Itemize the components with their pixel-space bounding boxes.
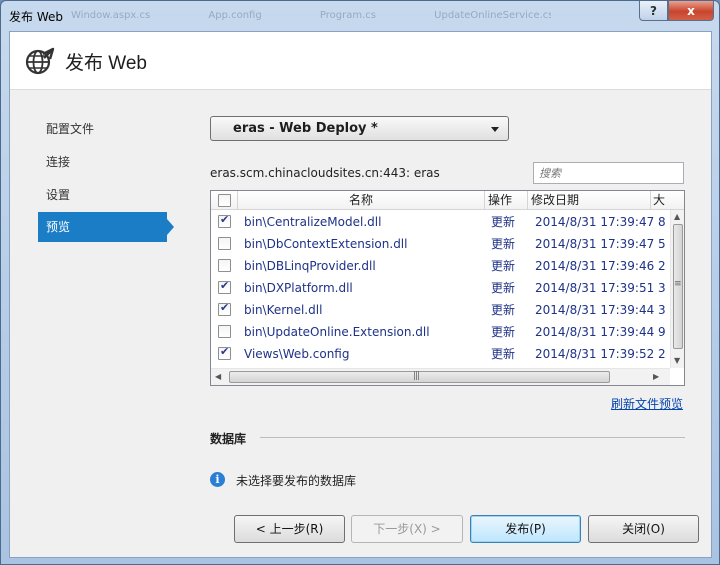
help-icon: ? (650, 3, 657, 18)
profile-dropdown-value: eras - Web Deploy * (233, 121, 378, 136)
file-action: 更新 (491, 325, 516, 339)
publish-button[interactable]: 发布(P) (470, 515, 581, 543)
section-divider (260, 437, 685, 438)
row-checkbox[interactable] (218, 259, 231, 272)
nav-item-settings[interactable]: 设置 (38, 180, 167, 210)
file-name: bin\CentralizeModel.dll (244, 215, 382, 229)
file-action: 更新 (491, 303, 516, 317)
file-modified-date: 2014/8/31 17:39:46 (535, 259, 655, 273)
column-header-action[interactable]: 操作 (485, 191, 528, 210)
grip-icon: ≡ (674, 279, 681, 289)
column-header-size[interactable]: 大 (651, 191, 671, 210)
table-row[interactable]: bin\CentralizeModel.dll 更新 2014/8/31 17:39… (211, 211, 670, 233)
page-title: 发布 Web (65, 53, 148, 74)
database-section-title: 数据库 (210, 432, 247, 446)
file-name: bin\Kernel.dll (244, 303, 323, 317)
scroll-right-icon[interactable]: ▶ (653, 372, 659, 381)
chevron-down-icon (491, 127, 499, 132)
table-header: 名称 操作 修改日期 大 (211, 191, 684, 210)
grip-icon: ||| (413, 371, 420, 381)
next-button[interactable]: 下一步(X) > (351, 515, 463, 543)
globe-arrow-icon (25, 47, 55, 75)
vertical-scrollbar[interactable]: ▲ ≡ ▼ (670, 210, 684, 368)
ghost-tab: App.config (208, 10, 262, 21)
close-window-button[interactable]: x (668, 1, 714, 21)
window-title: 发布 Web (9, 10, 63, 24)
column-header-name[interactable]: 名称 (238, 191, 485, 210)
background-editor-tabs: Window.aspx.cs App.config Program.cs Upd… (71, 10, 551, 24)
file-action: 更新 (491, 237, 516, 251)
prev-button[interactable]: < 上一步(R) (234, 515, 345, 543)
nav-item-connection[interactable]: 连接 (38, 147, 167, 177)
file-action: 更新 (491, 259, 516, 273)
nav-item-profile[interactable]: 配置文件 (38, 114, 167, 144)
file-modified-date: 2014/8/31 17:39:51 (535, 281, 655, 295)
file-action: 更新 (491, 281, 516, 295)
horizontal-scrollbar[interactable]: ◀ ||| ▶ (211, 368, 670, 385)
search-input[interactable] (533, 162, 684, 184)
close-button[interactable]: 关闭(O) (588, 515, 699, 543)
header-select-all[interactable] (211, 191, 238, 210)
file-name: bin\DbContextExtension.dll (244, 237, 408, 251)
file-modified-date: 2014/8/31 17:39:44 (535, 325, 655, 339)
table-row[interactable]: Views\Web.config更新2014/8/31 17:39:522 (211, 343, 670, 365)
title-bar[interactable]: 发布 Web Window.aspx.cs App.config Program… (1, 1, 719, 31)
ghost-tab: Window.aspx.cs (71, 10, 151, 21)
horizontal-scroll-thumb[interactable] (229, 371, 610, 383)
ghost-tab: Program.cs (319, 10, 376, 21)
refresh-preview-link[interactable]: 刷新文件预览 (611, 395, 683, 412)
scroll-up-icon[interactable]: ▲ (674, 212, 680, 221)
table-row[interactable]: bin\DbContextExtension.dll 更新 2014/8/31 17… (211, 233, 670, 255)
row-checkbox[interactable] (218, 237, 231, 250)
column-header-modified[interactable]: 修改日期 (528, 191, 651, 210)
info-icon: i (210, 472, 225, 487)
table-row[interactable]: bin\UpdateOnline.Extension.dll 更新 2014/8/3… (211, 321, 670, 343)
file-name: Views\Web.config (244, 347, 350, 361)
database-message: 未选择要发布的数据库 (236, 474, 357, 488)
table-row[interactable]: bin\DXPlatform.dll更新2014/8/31 17:39:513 (211, 277, 670, 299)
file-name: bin\UpdateOnline.Extension.dll (244, 325, 430, 339)
publish-web-window: 发布 Web Window.aspx.cs App.config Program… (0, 0, 720, 565)
site-connection-label: eras.scm.chinacloudsites.cn:443: eras (210, 166, 440, 180)
active-nav-pointer (167, 219, 174, 235)
nav-item-preview[interactable]: 预览 (38, 212, 167, 242)
row-checkbox[interactable] (218, 213, 231, 228)
file-preview-table: 名称 操作 修改日期 大 bin\CentralizeModel.dll 更新 20… (210, 190, 685, 386)
file-name: bin\DXPlatform.dll (244, 281, 353, 295)
close-icon: x (687, 3, 695, 18)
table-row[interactable]: bin\DBLinqProvider.dll 更新 2014/8/31 17:39:… (211, 255, 670, 277)
select-all-checkbox[interactable] (218, 194, 231, 207)
file-action: 更新 (491, 347, 516, 361)
profile-dropdown[interactable]: eras - Web Deploy * (210, 116, 509, 141)
file-name: bin\DBLinqProvider.dll (244, 259, 376, 273)
row-checkbox[interactable] (218, 301, 231, 316)
scroll-down-icon[interactable]: ▼ (674, 356, 680, 365)
row-checkbox[interactable] (218, 325, 231, 338)
dialog-header: 发布 Web (10, 32, 711, 90)
scroll-left-icon[interactable]: ◀ (215, 372, 221, 381)
ghost-tab: UpdateOnlineService.cs (434, 10, 551, 21)
file-modified-date: 2014/8/31 17:39:47 (535, 215, 655, 229)
file-action: 更新 (491, 215, 516, 229)
help-button[interactable]: ? (639, 1, 668, 21)
dialog-content: 发布 Web 配置文件 连接 设置 预览 eras - Web Deploy *… (9, 31, 712, 558)
row-checkbox[interactable] (218, 345, 231, 360)
file-modified-date: 2014/8/31 17:39:44 (535, 303, 655, 317)
file-modified-date: 2014/8/31 17:39:47 (535, 237, 655, 251)
table-row[interactable]: bin\Kernel.dll更新2014/8/31 17:39:443 (211, 299, 670, 321)
row-checkbox[interactable] (218, 279, 231, 294)
file-modified-date: 2014/8/31 17:39:52 (535, 347, 655, 361)
